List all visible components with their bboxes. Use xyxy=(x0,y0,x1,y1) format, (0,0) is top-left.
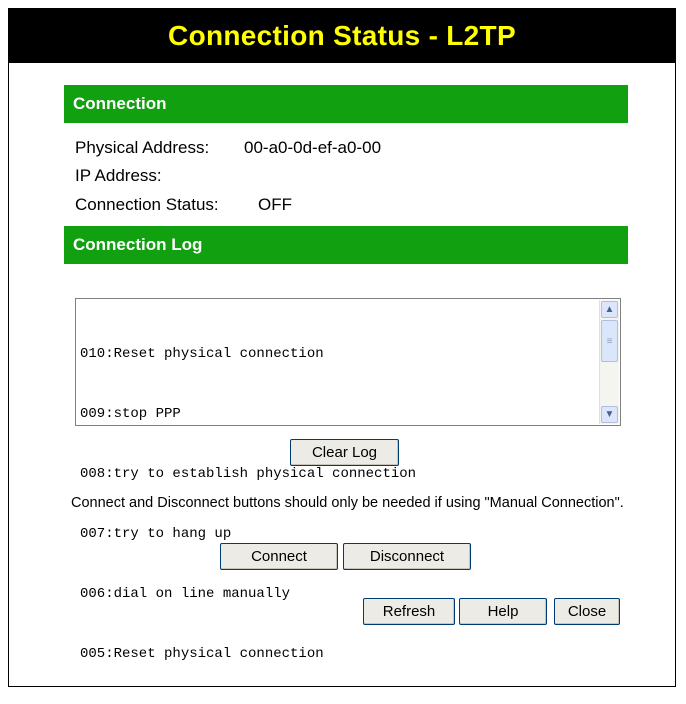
physical-address-value: 00-a0-0d-ef-a0-00 xyxy=(244,138,382,157)
connection-log-textarea[interactable]: 010:Reset physical connection 009:stop P… xyxy=(75,298,621,662)
ip-address-label: IP Address: xyxy=(75,166,162,185)
manual-connection-note: Connect and Disconnect buttons should on… xyxy=(71,495,624,511)
log-line: 005:Reset physical connection xyxy=(80,646,324,662)
scrollbar-thumb[interactable]: ≡ xyxy=(601,320,618,362)
connection-status-label: Connection Status: xyxy=(75,195,219,214)
title-bar: Connection Status - L2TP xyxy=(9,9,675,63)
log-line: 008:try to establish physical connection xyxy=(80,466,417,482)
chevron-up-icon[interactable]: ▲ xyxy=(601,301,618,318)
connection-section-header: Connection xyxy=(64,85,628,123)
connection-status-row: Connection Status: OFF xyxy=(75,195,292,215)
help-button[interactable]: Help xyxy=(459,598,547,625)
refresh-button[interactable]: Refresh xyxy=(363,598,455,625)
connection-log-section-header: Connection Log xyxy=(64,226,628,264)
physical-address-row: Physical Address: 00-a0-0d-ef-a0-00 xyxy=(75,138,381,158)
log-line: 010:Reset physical connection xyxy=(80,346,324,362)
log-line: 007:try to hang up xyxy=(80,526,232,542)
ip-address-row: IP Address: xyxy=(75,166,162,186)
chevron-down-icon[interactable]: ▼ xyxy=(601,406,618,423)
connect-button[interactable]: Connect xyxy=(220,543,338,570)
log-scrollbar[interactable]: ▲ ≡ ▼ xyxy=(599,300,619,424)
clear-log-button[interactable]: Clear Log xyxy=(290,439,399,466)
log-line: 009:stop PPP xyxy=(80,406,181,422)
disconnect-button[interactable]: Disconnect xyxy=(343,543,471,570)
close-button[interactable]: Close xyxy=(554,598,620,625)
status-window: Connection Status - L2TP Connection Phys… xyxy=(8,8,676,687)
connection-status-value: OFF xyxy=(258,195,292,214)
page-title: Connection Status - L2TP xyxy=(168,20,516,51)
physical-address-label: Physical Address: xyxy=(75,138,210,157)
